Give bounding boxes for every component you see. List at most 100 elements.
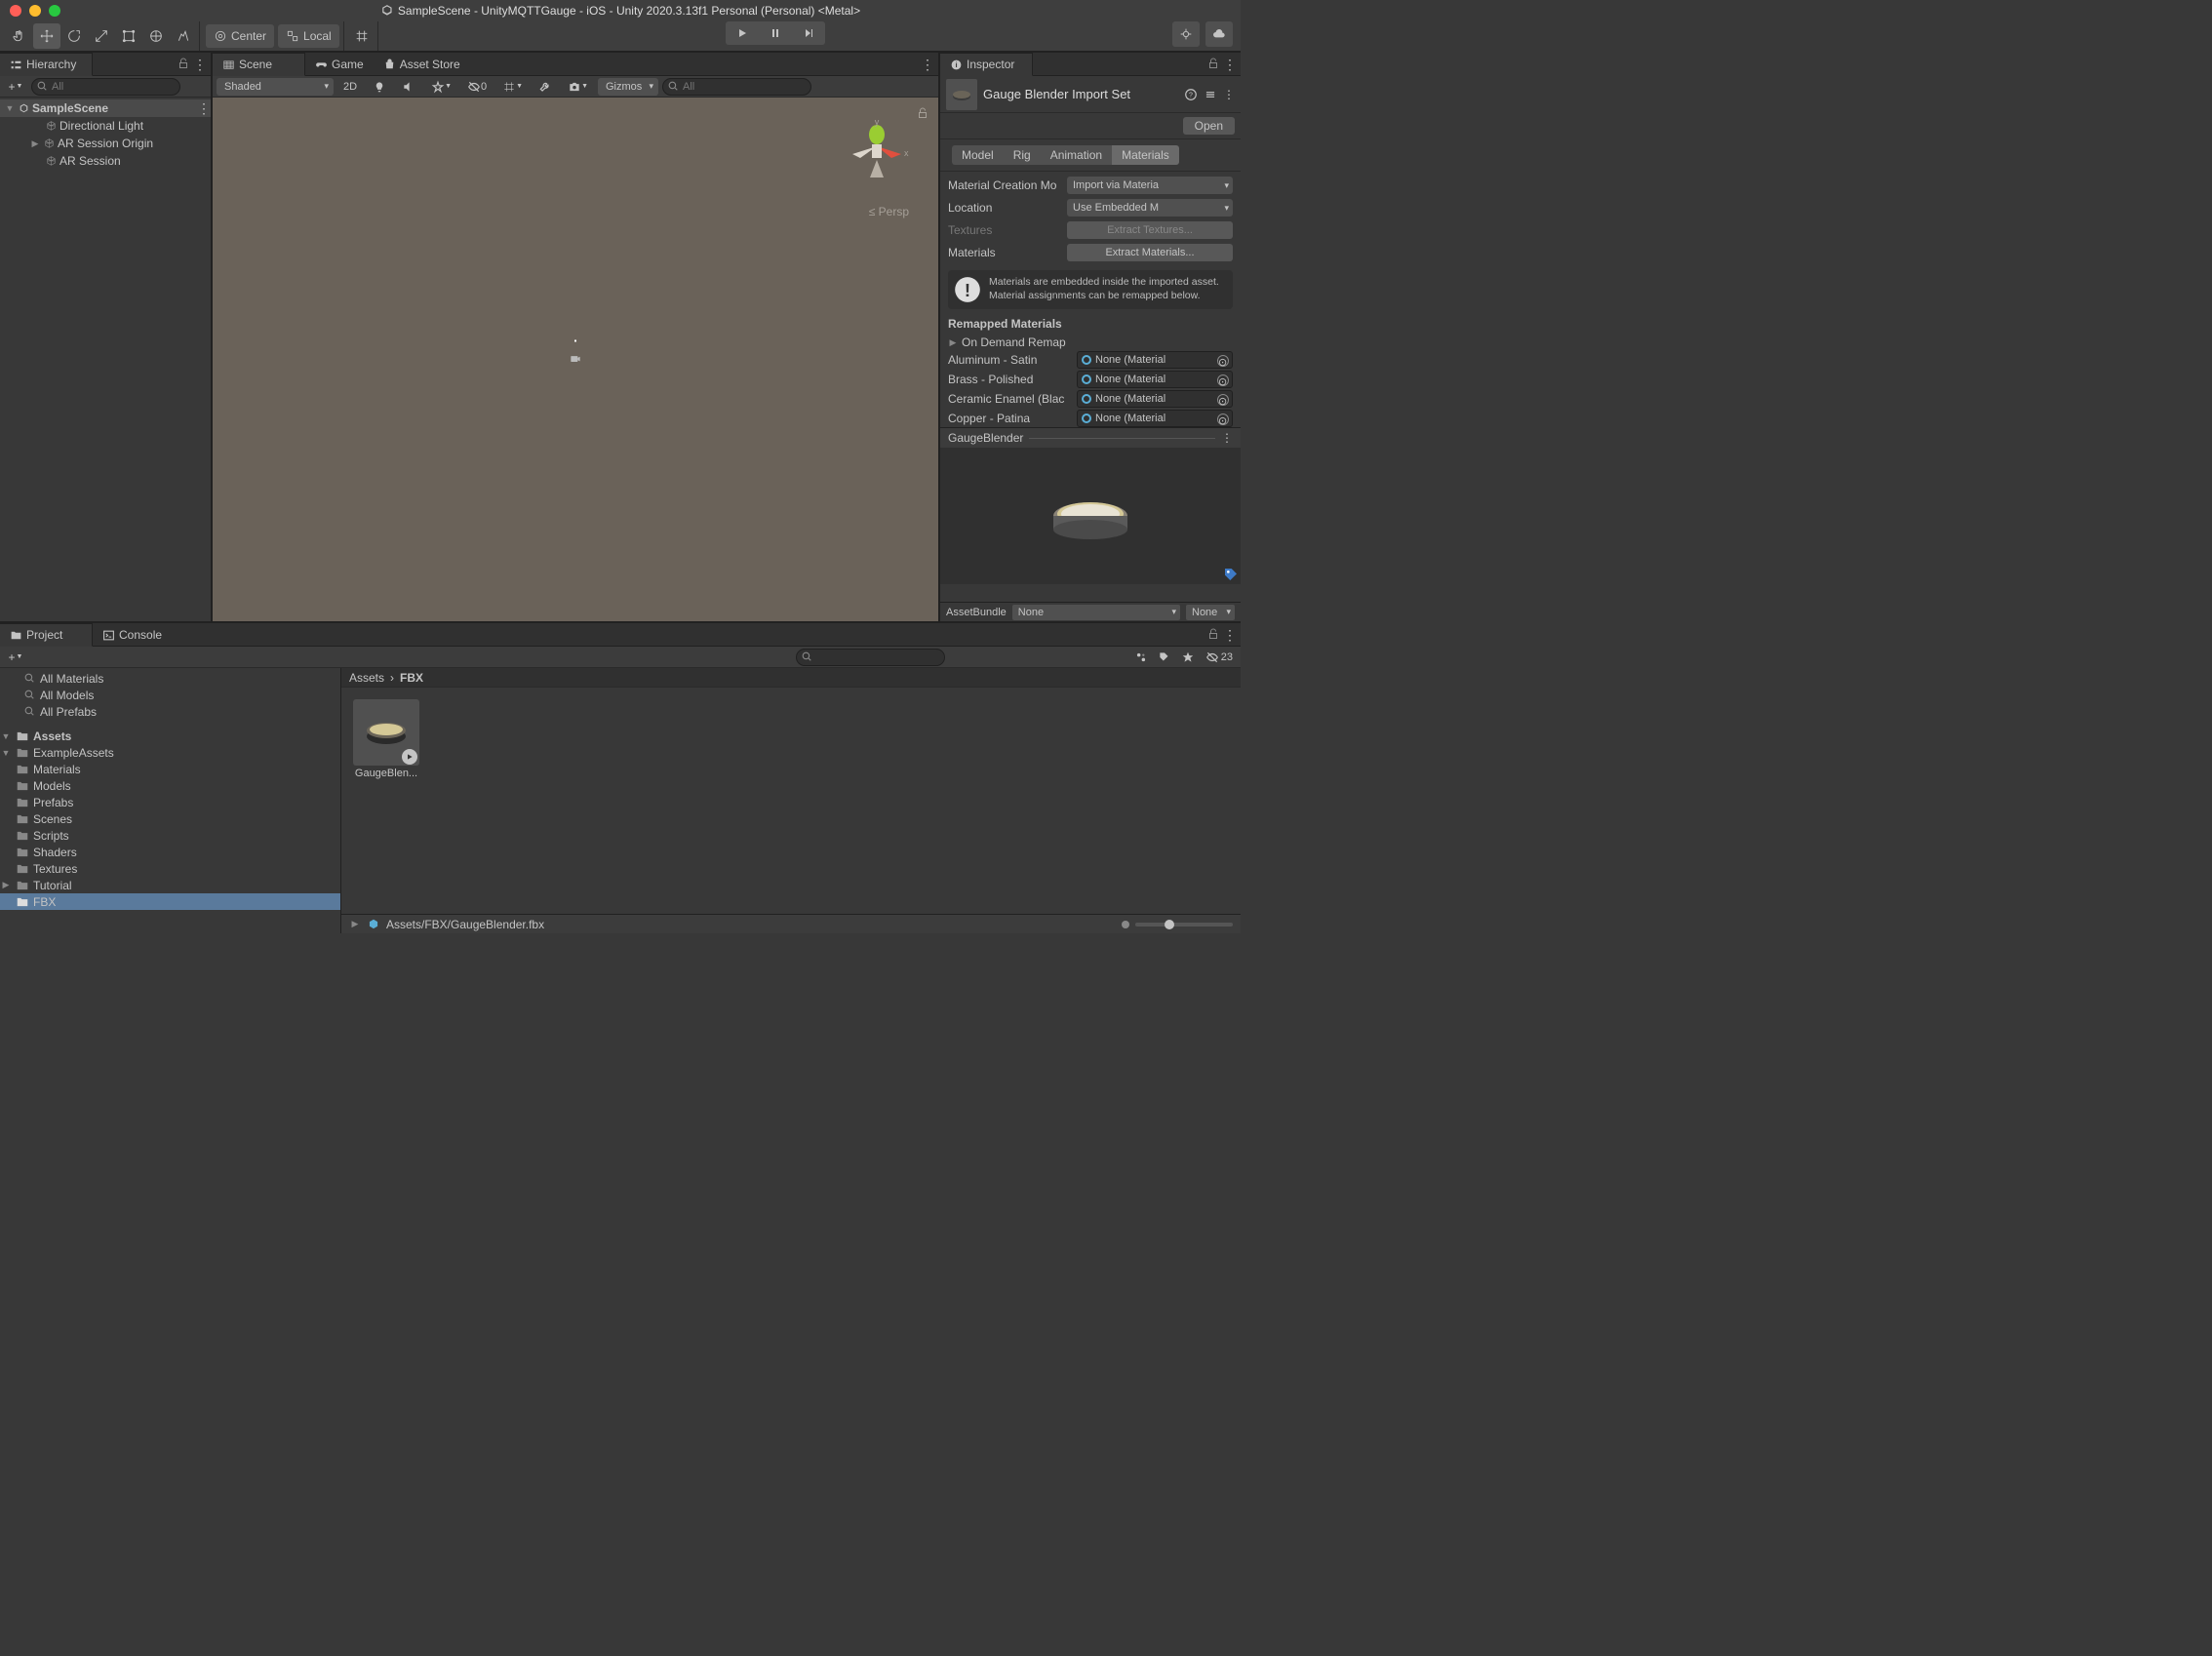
folder-row[interactable]: ▶Shaders <box>0 844 340 860</box>
footer-expand-arrow[interactable]: ▶ <box>349 919 361 929</box>
folder-row[interactable]: ▶Materials <box>0 761 340 777</box>
object-picker-icon[interactable]: ⊙ <box>1217 355 1229 367</box>
preview-viewport[interactable] <box>940 448 1241 584</box>
favorite-item[interactable]: All Models <box>0 687 340 703</box>
move-tool-button[interactable] <box>33 23 60 49</box>
gizmos-dropdown[interactable]: Gizmos <box>598 78 658 96</box>
folder-row-selected[interactable]: ▶FBX <box>0 893 340 910</box>
folder-row[interactable]: ▶Scenes <box>0 810 340 827</box>
scene-panel-menu[interactable]: ⋮ <box>921 57 934 73</box>
object-picker-icon[interactable]: ⊙ <box>1217 414 1229 425</box>
hierarchy-item[interactable]: Directional Light <box>0 117 211 135</box>
folder-row[interactable]: ▶Prefabs <box>0 794 340 810</box>
hand-tool-button[interactable] <box>6 23 33 49</box>
scene-viewport[interactable]: y x ≤ Persp <box>213 98 938 621</box>
hidden-count-button[interactable]: 0 <box>461 78 493 96</box>
save-search-button[interactable] <box>1178 651 1198 664</box>
folder-row[interactable]: ▶Models <box>0 777 340 794</box>
scene-row[interactable]: ▼ SampleScene ⋮ <box>0 99 211 117</box>
rect-tool-button[interactable] <box>115 23 142 49</box>
rig-tab-button[interactable]: Rig <box>1004 145 1041 165</box>
console-tab[interactable]: Console <box>93 623 172 647</box>
hierarchy-tab[interactable]: Hierarchy <box>0 53 93 76</box>
cloud-button[interactable] <box>1205 21 1233 47</box>
folder-row[interactable]: ▼ExampleAssets <box>0 744 340 761</box>
collab-button[interactable] <box>1172 21 1200 47</box>
pause-button[interactable] <box>759 21 792 45</box>
animation-tab-button[interactable]: Animation <box>1041 145 1112 165</box>
lighting-toggle-button[interactable] <box>367 78 392 96</box>
hierarchy-tree[interactable]: ▼ SampleScene ⋮ Directional Light ▶AR Se… <box>0 98 211 621</box>
folder-row[interactable]: ▶Tutorial <box>0 877 340 893</box>
favorite-item[interactable]: All Prefabs <box>0 703 340 720</box>
draw-mode-dropdown[interactable]: Shaded <box>217 78 334 96</box>
scene-menu-button[interactable]: ⋮ <box>197 100 211 117</box>
search-by-type-button[interactable] <box>1131 651 1151 664</box>
material-object-field[interactable]: None (Material⊙ <box>1077 351 1233 369</box>
thumbnail-size-slider[interactable] <box>1135 923 1233 927</box>
hierarchy-search-input[interactable] <box>31 78 180 96</box>
fx-toggle-button[interactable]: ▼ <box>425 78 457 96</box>
folder-row[interactable]: ▶Textures <box>0 860 340 877</box>
2d-toggle-button[interactable]: 2D <box>337 78 363 96</box>
component-menu-button[interactable]: ⋮ <box>1223 88 1235 101</box>
lock-icon[interactable] <box>178 58 189 69</box>
assetbundle-dropdown[interactable]: None <box>1012 605 1180 620</box>
lock-icon[interactable] <box>1207 628 1219 640</box>
lock-icon[interactable] <box>1207 58 1219 69</box>
breadcrumb-item[interactable]: Assets <box>349 671 384 685</box>
hierarchy-item[interactable]: AR Session <box>0 152 211 170</box>
minimize-window-button[interactable] <box>29 5 41 17</box>
folder-row[interactable]: ▶Scripts <box>0 827 340 844</box>
project-menu-button[interactable]: ⋮ <box>1223 627 1237 644</box>
pivot-mode-button[interactable]: Center <box>206 24 274 48</box>
camera-button[interactable]: ▼ <box>562 78 594 96</box>
hidden-items-count[interactable]: 23 <box>1202 651 1237 664</box>
breadcrumb[interactable]: Assets › FBX <box>341 668 1241 688</box>
model-tab-button[interactable]: Model <box>952 145 1004 165</box>
extract-materials-button[interactable]: Extract Materials... <box>1067 244 1233 261</box>
search-by-label-button[interactable] <box>1155 651 1174 664</box>
assets-folder[interactable]: ▼Assets <box>0 728 340 744</box>
material-object-field[interactable]: None (Material⊙ <box>1077 390 1233 408</box>
inspector-menu-button[interactable]: ⋮ <box>1223 57 1237 73</box>
step-button[interactable] <box>792 21 825 45</box>
preview-menu-button[interactable]: ⋮ <box>1221 431 1233 445</box>
breadcrumb-item[interactable]: FBX <box>400 671 423 685</box>
project-tree[interactable]: All Materials All Models All Prefabs ▼As… <box>0 668 341 933</box>
play-button[interactable] <box>726 21 759 45</box>
inspector-tab[interactable]: iInspector <box>940 53 1033 76</box>
panel-menu-button[interactable]: ⋮ <box>193 57 207 73</box>
project-create-dropdown[interactable]: +▼ <box>4 649 27 666</box>
scene-search-input[interactable] <box>662 78 811 96</box>
asset-store-tab[interactable]: Asset Store <box>374 53 470 76</box>
hierarchy-item[interactable]: ▶AR Session Origin <box>0 135 211 152</box>
material-creation-mode-dropdown[interactable]: Import via Materia <box>1067 177 1233 194</box>
grid-snap-button[interactable] <box>348 23 375 49</box>
create-dropdown[interactable]: +▼ <box>4 78 27 96</box>
game-tab[interactable]: Game <box>305 53 374 76</box>
help-icon[interactable]: ? <box>1184 88 1198 101</box>
audio-toggle-button[interactable] <box>396 78 421 96</box>
project-tab[interactable]: Project <box>0 623 93 647</box>
material-object-field[interactable]: None (Material⊙ <box>1077 371 1233 388</box>
project-search-input[interactable] <box>796 649 945 666</box>
perspective-label[interactable]: ≤ Persp <box>869 205 909 218</box>
object-picker-icon[interactable]: ⊙ <box>1217 375 1229 386</box>
custom-tool-button[interactable] <box>170 23 197 49</box>
scale-tool-button[interactable] <box>88 23 115 49</box>
asset-item[interactable]: GaugeBlen... <box>353 699 419 779</box>
zoom-window-button[interactable] <box>49 5 60 17</box>
asset-label-icon[interactable] <box>1223 567 1239 582</box>
on-demand-remap-foldout[interactable]: ▶On Demand Remap <box>940 335 1241 350</box>
orientation-gizmo[interactable]: y x <box>843 117 911 208</box>
pivot-rotation-button[interactable]: Local <box>278 24 339 48</box>
materials-tab-button[interactable]: Materials <box>1112 145 1179 165</box>
scene-tab[interactable]: Scene <box>213 53 305 76</box>
assetbundle-variant-dropdown[interactable]: None <box>1186 605 1235 620</box>
grid-button[interactable]: ▼ <box>496 78 529 96</box>
close-window-button[interactable] <box>10 5 21 17</box>
rotate-tool-button[interactable] <box>60 23 88 49</box>
material-location-dropdown[interactable]: Use Embedded M <box>1067 199 1233 217</box>
tools-button[interactable] <box>533 78 558 96</box>
